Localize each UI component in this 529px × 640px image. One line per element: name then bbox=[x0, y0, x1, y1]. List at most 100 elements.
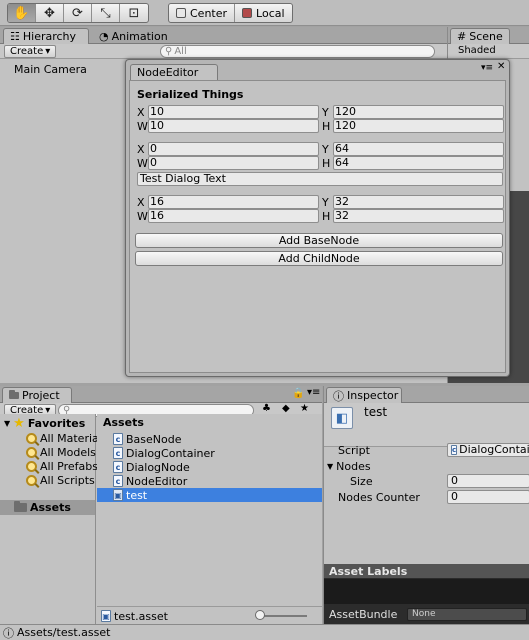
asset-item-label: DialogNode bbox=[126, 460, 190, 474]
input-h[interactable]: 32 bbox=[333, 209, 504, 223]
folder-icon bbox=[14, 501, 27, 512]
asset-item[interactable]: c DialogNode bbox=[113, 460, 190, 474]
status-path: Assets/test.asset bbox=[17, 626, 111, 639]
object-name: test bbox=[364, 405, 388, 419]
favorite-item-label: All Prefabs bbox=[40, 459, 98, 473]
hierarchy-item[interactable]: Main Camera bbox=[14, 62, 87, 76]
pivot-toggles: Center Local bbox=[168, 3, 293, 23]
script-field[interactable]: c DialogContainer bbox=[447, 443, 529, 457]
pivot-local-button[interactable]: Local bbox=[235, 4, 292, 22]
favorite-item[interactable]: All Materials bbox=[26, 431, 108, 445]
inspector-header: ◧ test bbox=[324, 403, 529, 447]
nodes-foldout[interactable]: ▼ Nodes bbox=[327, 459, 371, 473]
tab-project[interactable]: Project bbox=[2, 387, 72, 403]
tab-hierarchy[interactable]: ☷ Hierarchy bbox=[3, 28, 89, 44]
search-icon bbox=[26, 460, 37, 472]
input-w[interactable]: 10 bbox=[148, 119, 319, 133]
input-y[interactable]: 120 bbox=[333, 105, 504, 119]
triangle-down-icon: ▼ bbox=[327, 461, 334, 471]
input-x[interactable]: 10 bbox=[148, 105, 319, 119]
favorites-label: Favorites bbox=[27, 416, 86, 430]
scriptable-object-icon: ◧ bbox=[331, 407, 353, 429]
tab-animation[interactable]: ◔ Animation bbox=[93, 28, 174, 44]
tab-scene-label: Scene bbox=[469, 30, 503, 43]
hierarchy-create-label: Create bbox=[10, 46, 44, 57]
asset-item[interactable]: c DialogContainer bbox=[113, 446, 215, 460]
tab-node-editor[interactable]: NodeEditor bbox=[130, 64, 218, 80]
input-x[interactable]: 0 bbox=[148, 142, 319, 156]
dialog-text-field[interactable]: Test Dialog Text bbox=[137, 172, 503, 186]
star-icon: ★ bbox=[13, 415, 25, 431]
add-childnode-button[interactable]: Add ChildNode bbox=[135, 251, 503, 266]
favorite-item[interactable]: All Scripts bbox=[26, 473, 95, 487]
search-icon bbox=[26, 432, 37, 444]
hierarchy-search-placeholder: All bbox=[174, 46, 187, 57]
tab-scene[interactable]: # Scene bbox=[450, 28, 510, 44]
favorite-item[interactable]: All Prefabs bbox=[26, 459, 98, 473]
project-window: Project 🔒 ▾≡ Create ▾ ⚲ ♣ ◆ ★ ▼ ★ Favori… bbox=[0, 386, 322, 624]
nodes-counter-label: Nodes Counter bbox=[338, 491, 420, 504]
favorite-item-label: All Models bbox=[40, 445, 96, 459]
input-y[interactable]: 32 bbox=[333, 195, 504, 209]
zoom-slider-handle[interactable] bbox=[255, 610, 265, 620]
favorite-item[interactable]: All Models bbox=[26, 445, 96, 459]
asset-item[interactable]: c BaseNode bbox=[113, 432, 182, 446]
nodes-counter-input[interactable]: 0 bbox=[447, 490, 529, 504]
script-label: Script bbox=[338, 444, 370, 457]
script-icon: c bbox=[451, 445, 458, 455]
label-y: Y bbox=[322, 195, 329, 209]
asset-bundle-dropdown[interactable]: None bbox=[407, 608, 527, 621]
folder-icon bbox=[9, 390, 19, 399]
transform-tools: ✋ ✥ ⟳ ⤡ ⊡ bbox=[7, 3, 149, 23]
node-editor-window: NodeEditor ▾≡ ✕ Serialized Things X 10 Y… bbox=[125, 59, 510, 377]
close-icon[interactable]: ✕ bbox=[497, 61, 505, 72]
input-x[interactable]: 16 bbox=[148, 195, 319, 209]
scene-subbar: Shaded bbox=[448, 44, 529, 59]
script-icon: c bbox=[113, 447, 123, 459]
scale-tool-button[interactable]: ⤡ bbox=[92, 4, 120, 22]
pivot-local-label: Local bbox=[256, 6, 285, 20]
hierarchy-search-input[interactable]: ⚲ All bbox=[160, 45, 435, 58]
hierarchy-item-label: Main Camera bbox=[14, 62, 87, 76]
asset-file-icon: ▣ bbox=[113, 489, 123, 501]
input-h[interactable]: 120 bbox=[333, 119, 504, 133]
hierarchy-create-button[interactable]: Create ▾ bbox=[4, 45, 57, 58]
pivot-center-button[interactable]: Center bbox=[169, 4, 236, 22]
input-w[interactable]: 0 bbox=[148, 156, 319, 170]
filter-type-icon[interactable]: ♣ bbox=[262, 403, 271, 414]
tab-inspector[interactable]: ⓘ Inspector bbox=[326, 387, 402, 403]
status-bar: ⓘ Assets/test.asset bbox=[0, 624, 529, 640]
menu-icon[interactable]: ▾≡ bbox=[307, 387, 320, 398]
hand-tool-button[interactable]: ✋ bbox=[8, 4, 36, 22]
asset-item-label: BaseNode bbox=[126, 432, 182, 446]
rotate-tool-button[interactable]: ⟳ bbox=[64, 4, 92, 22]
asset-item-label: test bbox=[126, 488, 148, 502]
rect-tool-button[interactable]: ⊡ bbox=[120, 4, 148, 22]
search-icon: ⚲ bbox=[165, 46, 173, 57]
input-h[interactable]: 64 bbox=[333, 156, 504, 170]
size-input[interactable]: 0 bbox=[447, 474, 529, 488]
assets-panel: Assets c BaseNode c DialogContainer c Di… bbox=[97, 414, 322, 624]
field-h-2: H 64 bbox=[322, 156, 504, 170]
script-icon: c bbox=[113, 433, 123, 445]
tab-inspector-label: Inspector bbox=[347, 389, 399, 402]
input-y[interactable]: 64 bbox=[333, 142, 504, 156]
field-y-3: Y 32 bbox=[322, 195, 504, 209]
menu-icon[interactable]: ▾≡ bbox=[481, 63, 493, 73]
move-tool-button[interactable]: ✥ bbox=[36, 4, 64, 22]
lock-icon[interactable]: 🔒 bbox=[292, 388, 304, 399]
rect-icon: ⊡ bbox=[128, 5, 140, 21]
footer-selected-file: ▣ test.asset bbox=[101, 609, 168, 623]
label-x: X bbox=[137, 195, 145, 209]
shading-mode-dropdown[interactable]: Shaded bbox=[458, 45, 496, 56]
filter-label-icon[interactable]: ◆ bbox=[282, 403, 290, 414]
star-icon[interactable]: ★ bbox=[300, 403, 309, 414]
asset-item[interactable]: c NodeEditor bbox=[113, 474, 187, 488]
asset-item-selected[interactable]: ▣ test bbox=[97, 488, 322, 502]
field-x-1: X 10 bbox=[137, 105, 319, 119]
assets-folder-item[interactable]: Assets bbox=[0, 500, 95, 515]
input-w[interactable]: 16 bbox=[148, 209, 319, 223]
rotate-icon: ⟳ bbox=[72, 5, 83, 21]
favorites-header[interactable]: ▼ ★ Favorites bbox=[4, 415, 86, 431]
add-basenode-button[interactable]: Add BaseNode bbox=[135, 233, 503, 248]
